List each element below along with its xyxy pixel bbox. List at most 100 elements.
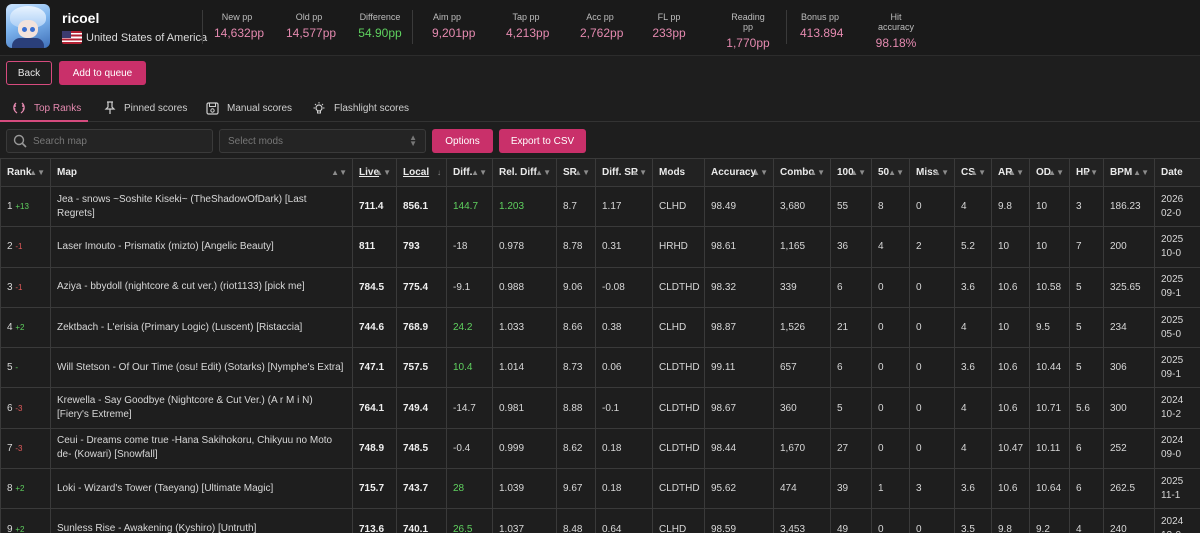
date-cell: 2025 11-1 bbox=[1154, 468, 1200, 510]
col-od[interactable]: OD ▲▼ bbox=[1029, 158, 1070, 187]
sort-icon[interactable]: ▲▼ bbox=[375, 168, 391, 177]
tab-flashlight-scores[interactable]: Flashlight scores bbox=[312, 94, 409, 122]
sort-icon[interactable]: ▲▼ bbox=[1008, 168, 1024, 177]
map-cell[interactable]: Jea - snows ~Soshite Kiseki~ (TheShadowO… bbox=[50, 185, 353, 228]
back-button[interactable]: Back bbox=[6, 61, 52, 85]
search-box[interactable] bbox=[6, 129, 213, 153]
map-cell[interactable]: Aziya - bbydoll (nightcore & cut ver.) (… bbox=[50, 266, 353, 308]
map-cell[interactable]: Ceui - Dreams come true -Hana Sakihokoru… bbox=[50, 427, 353, 470]
od-cell: 10.64 bbox=[1029, 468, 1070, 510]
search-input[interactable] bbox=[33, 135, 203, 147]
table-row[interactable]: 1 +13 Jea - snows ~Soshite Kiseki~ (TheSh… bbox=[0, 185, 1200, 228]
cs-cell: 4 bbox=[954, 185, 992, 228]
options-button[interactable]: Options bbox=[432, 129, 493, 153]
map-cell[interactable]: Loki - Wizard's Tower (Taeyang) [Ultimat… bbox=[50, 468, 353, 510]
sort-icon[interactable]: ▲▼ bbox=[752, 168, 768, 177]
rank-number: 3 bbox=[7, 281, 13, 293]
map-cell[interactable]: Will Stetson - Of Our Time (osu! Edit) (… bbox=[50, 347, 353, 389]
rank-cell: 2 -1 bbox=[0, 226, 51, 268]
col-bpm[interactable]: BPM ▲▼ bbox=[1103, 158, 1155, 187]
table-header-row: Rank ▲▼ Map ▲▼ Live ▲▼ Local ↓ Diff. ▲▼ Rel. … bbox=[0, 158, 1200, 187]
sort-icon[interactable]: ▲▼ bbox=[1048, 168, 1064, 177]
od-cell: 9.5 bbox=[1029, 306, 1070, 349]
stat-label: Difference bbox=[359, 12, 401, 22]
col-map[interactable]: Map ▲▼ bbox=[50, 158, 353, 187]
combo-cell: 1,526 bbox=[773, 306, 831, 349]
map-cell[interactable]: Sunless Rise - Awakening (Kyshiro) [Untr… bbox=[50, 508, 353, 533]
rank-change: -1 bbox=[15, 242, 23, 252]
map-cell[interactable]: Krewella - Say Goodbye (Nightcore & Cut … bbox=[50, 387, 353, 429]
sort-icon[interactable]: ▲▼ bbox=[809, 168, 825, 177]
table-row[interactable]: 5 - Will Stetson - Of Our Time (osu! Edit… bbox=[0, 347, 1200, 389]
col-ar[interactable]: AR ▲▼ bbox=[991, 158, 1030, 187]
avatar[interactable] bbox=[6, 4, 50, 48]
col-hp[interactable]: HP ▲▼ bbox=[1069, 158, 1104, 187]
col-combo[interactable]: Combo ▲▼ bbox=[773, 158, 831, 187]
sort-icon[interactable]: ▲▼ bbox=[471, 168, 487, 177]
sort-icon[interactable]: ▲▼ bbox=[574, 168, 590, 177]
col-diff[interactable]: Diff. ▲▼ bbox=[446, 158, 493, 187]
col-local[interactable]: Local ↓ bbox=[396, 158, 447, 187]
mods-select[interactable]: Select mods ▲ ▼ bbox=[219, 129, 426, 153]
sort-icon[interactable]: ▲▼ bbox=[1082, 168, 1098, 177]
tab-top-ranks[interactable]: Top Ranks bbox=[12, 94, 81, 122]
diff-cell: 26.5 bbox=[446, 508, 493, 533]
col-cs[interactable]: CS ▲▼ bbox=[954, 158, 992, 187]
tab-manual-scores[interactable]: Manual scores bbox=[206, 94, 292, 122]
col-live[interactable]: Live ▲▼ bbox=[352, 158, 397, 187]
col-sr[interactable]: SR ▲▼ bbox=[556, 158, 596, 187]
stat-value: 98.18% bbox=[875, 36, 917, 50]
sort-icon[interactable]: ▲▼ bbox=[331, 168, 347, 177]
col-rank[interactable]: Rank ▲▼ bbox=[0, 158, 51, 187]
col-100[interactable]: 100 ▲▼ bbox=[830, 158, 872, 187]
col-accuracy[interactable]: Accuracy ▲▼ bbox=[704, 158, 774, 187]
rank-change: -3 bbox=[15, 443, 23, 453]
sort-icon[interactable]: ▲▼ bbox=[970, 168, 986, 177]
col-date[interactable]: Date bbox=[1154, 158, 1200, 187]
tab-pinned-scores[interactable]: Pinned scores bbox=[104, 94, 187, 122]
table-row[interactable]: 9 +2 Sunless Rise - Awakening (Kyshiro) [… bbox=[0, 508, 1200, 533]
cs-cell: 3.6 bbox=[954, 468, 992, 510]
export-csv-button[interactable]: Export to CSV bbox=[499, 129, 586, 153]
sort-icon[interactable]: ▲▼ bbox=[29, 168, 45, 177]
date-cell: 2025 09-1 bbox=[1154, 266, 1200, 308]
col-50[interactable]: 50 ▲▼ bbox=[871, 158, 910, 187]
sort-icon[interactable]: ▲▼ bbox=[850, 168, 866, 177]
profile-header: ricoel United States of America New pp 1… bbox=[0, 0, 1200, 56]
stat-old-pp: Old pp 14,577pp bbox=[286, 12, 337, 40]
chevron-updown-icon: ▲ ▼ bbox=[409, 133, 417, 148]
col-mods[interactable]: Mods bbox=[652, 158, 705, 187]
sort-icon[interactable]: ▲▼ bbox=[631, 168, 647, 177]
sr-cell: 8.88 bbox=[556, 387, 596, 429]
sort-desc-icon[interactable]: ↓ bbox=[437, 168, 441, 177]
col-diff-sr[interactable]: Diff. SR ▲▼ bbox=[595, 158, 653, 187]
map-cell[interactable]: Zektbach - L'erisia (Primary Logic) (Lus… bbox=[50, 306, 353, 349]
map-cell[interactable]: Laser Imouto - Prismatix (mizto) [Angeli… bbox=[50, 226, 353, 268]
table-row[interactable]: 6 -3 Krewella - Say Goodbye (Nightcore & … bbox=[0, 387, 1200, 429]
col-rel-diff[interactable]: Rel. Diff. ▲▼ bbox=[492, 158, 557, 187]
table-row[interactable]: 2 -1 Laser Imouto - Prismatix (mizto) [An… bbox=[0, 226, 1200, 268]
add-to-queue-button[interactable]: Add to queue bbox=[59, 61, 146, 85]
stat-hit-accuracy: Hit accuracy 98.18% bbox=[872, 12, 920, 50]
username[interactable]: ricoel bbox=[62, 10, 99, 26]
stat-label: Acc pp bbox=[586, 12, 614, 22]
stat-value: 14,577pp bbox=[286, 26, 337, 40]
table-row[interactable]: 8 +2 Loki - Wizard's Tower (Taeyang) [Ult… bbox=[0, 468, 1200, 510]
hp-cell: 6 bbox=[1069, 427, 1104, 470]
col-miss[interactable]: Miss ▲▼ bbox=[909, 158, 955, 187]
count-50-cell: 0 bbox=[871, 508, 910, 533]
table-row[interactable]: 4 +2 Zektbach - L'erisia (Primary Logic) … bbox=[0, 306, 1200, 349]
cs-cell: 3.6 bbox=[954, 347, 992, 389]
diff-sr-cell: 0.18 bbox=[595, 427, 653, 470]
table-row[interactable]: 7 -3 Ceui - Dreams come true -Hana Sakiho… bbox=[0, 427, 1200, 470]
stat-aim-pp: Aim pp 9,201pp bbox=[432, 12, 475, 40]
count-50-cell: 4 bbox=[871, 226, 910, 268]
sort-icon[interactable]: ▲▼ bbox=[933, 168, 949, 177]
count-100-cell: 27 bbox=[830, 427, 872, 470]
sort-icon[interactable]: ▲▼ bbox=[1133, 168, 1149, 177]
sort-icon[interactable]: ▲▼ bbox=[888, 168, 904, 177]
bpm-cell: 262.5 bbox=[1103, 468, 1155, 510]
rank-number: 7 bbox=[7, 442, 13, 454]
sort-icon[interactable]: ▲▼ bbox=[535, 168, 551, 177]
table-row[interactable]: 3 -1 Aziya - bbydoll (nightcore & cut ver… bbox=[0, 266, 1200, 308]
